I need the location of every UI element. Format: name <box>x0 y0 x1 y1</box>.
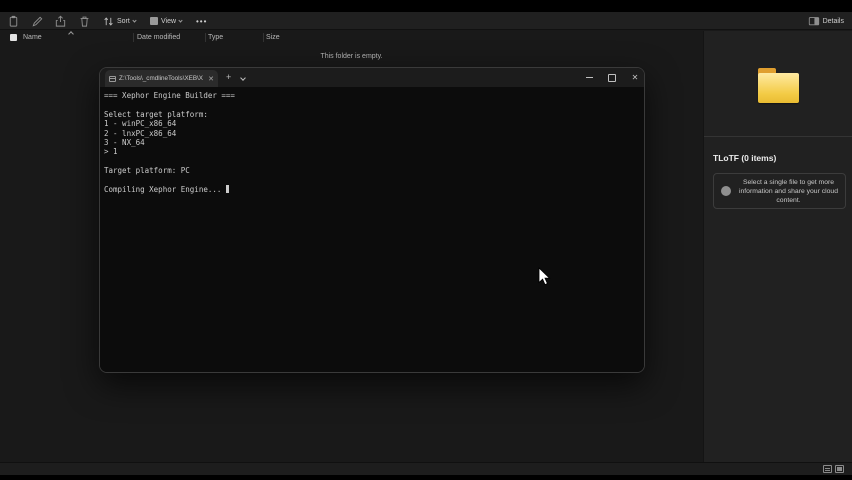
letterbox-top <box>0 0 852 12</box>
sort-arrows-icon <box>104 16 113 26</box>
terminal-line: 2 - lnxPC_x86_64 <box>104 128 177 138</box>
terminal-tab[interactable]: Z:\Tools\_cmdlineTools\XEB\X ✕ <box>105 70 218 87</box>
mouse-cursor <box>538 267 551 286</box>
preview-area <box>704 31 852 137</box>
info-circle-icon <box>721 186 731 196</box>
delete-icon <box>80 16 89 27</box>
maximize-button[interactable] <box>601 68 623 87</box>
details-hint-text: Select a single file to get more informa… <box>739 178 838 204</box>
terminal-line: Compiling Xephor Engine... <box>104 184 644 194</box>
terminal-line-text: Compiling Xephor Engine... <box>104 184 226 194</box>
column-header-name[interactable]: Name <box>23 34 42 41</box>
screen: Sort View ••• Details Name Date modified… <box>0 0 852 480</box>
sort-ascending-icon <box>68 31 74 37</box>
rename-button[interactable] <box>31 12 44 30</box>
details-toggle-button[interactable]: Details <box>808 12 844 30</box>
select-all-checkbox[interactable] <box>10 34 17 41</box>
minimize-button[interactable] <box>578 68 600 87</box>
rename-icon <box>32 16 43 26</box>
thumbnail-view-toggle-icon[interactable] <box>835 465 844 473</box>
chevron-down-icon <box>178 17 183 23</box>
terminal-titlebar[interactable]: Z:\Tools\_cmdlineTools\XEB\X ✕ + ✕ <box>100 68 644 87</box>
paste-button[interactable] <box>7 12 20 30</box>
details-panel-title: TLoTF (0 items) <box>713 153 777 163</box>
new-tab-button[interactable]: + <box>226 68 231 87</box>
terminal-tab-title: Z:\Tools\_cmdlineTools\XEB\X <box>119 75 203 82</box>
terminal-line: 3 - NX_64 <box>104 137 145 147</box>
view-button[interactable]: View <box>150 12 183 30</box>
chevron-down-icon <box>132 17 137 23</box>
more-options-button[interactable]: ••• <box>196 12 207 30</box>
sort-button[interactable]: Sort <box>103 12 137 30</box>
share-icon <box>55 15 66 27</box>
empty-folder-message: This folder is empty. <box>320 53 383 60</box>
tab-dropdown-icon[interactable] <box>240 75 246 81</box>
letterbox-bottom <box>0 475 852 480</box>
close-button[interactable]: ✕ <box>624 68 644 87</box>
details-label: Details <box>822 17 844 25</box>
terminal-cursor <box>225 184 229 193</box>
more-icon: ••• <box>196 16 208 26</box>
details-view-toggle-icon[interactable] <box>823 465 832 473</box>
column-divider[interactable] <box>133 33 134 42</box>
details-pane-icon <box>808 17 819 26</box>
column-divider[interactable] <box>263 33 264 42</box>
view-label: View <box>161 17 177 25</box>
sort-label: Sort <box>117 17 130 25</box>
details-hint-box: Select a single file to get more informa… <box>713 173 846 209</box>
column-divider[interactable] <box>205 33 206 42</box>
explorer-toolbar: Sort View ••• Details <box>0 12 852 30</box>
cmd-window-icon <box>109 75 116 82</box>
tab-close-icon[interactable]: ✕ <box>208 75 214 83</box>
folder-icon <box>758 73 799 103</box>
column-header-date-modified[interactable]: Date modified <box>137 34 180 41</box>
share-button[interactable] <box>54 12 67 30</box>
details-panel: TLoTF (0 items) Select a single file to … <box>703 31 852 462</box>
paste-icon <box>9 15 18 27</box>
terminal-line: === Xephor Engine Builder === <box>104 91 235 100</box>
terminal-line: Select target platform: <box>104 109 208 119</box>
terminal-content[interactable]: === Xephor Engine Builder === Select tar… <box>100 87 644 372</box>
terminal-line: 1 - winPC_x86_64 <box>104 119 177 129</box>
column-header-type[interactable]: Type <box>208 34 223 41</box>
column-header-size[interactable]: Size <box>266 34 280 41</box>
view-icon <box>150 17 158 25</box>
terminal-line: Target platform: PC <box>104 166 190 176</box>
terminal-window: Z:\Tools\_cmdlineTools\XEB\X ✕ + ✕ === X… <box>99 67 645 373</box>
terminal-line: > 1 <box>104 147 118 157</box>
delete-button[interactable] <box>78 12 91 30</box>
status-bar <box>0 462 852 475</box>
column-headers: Name Date modified Type Size <box>0 31 703 44</box>
